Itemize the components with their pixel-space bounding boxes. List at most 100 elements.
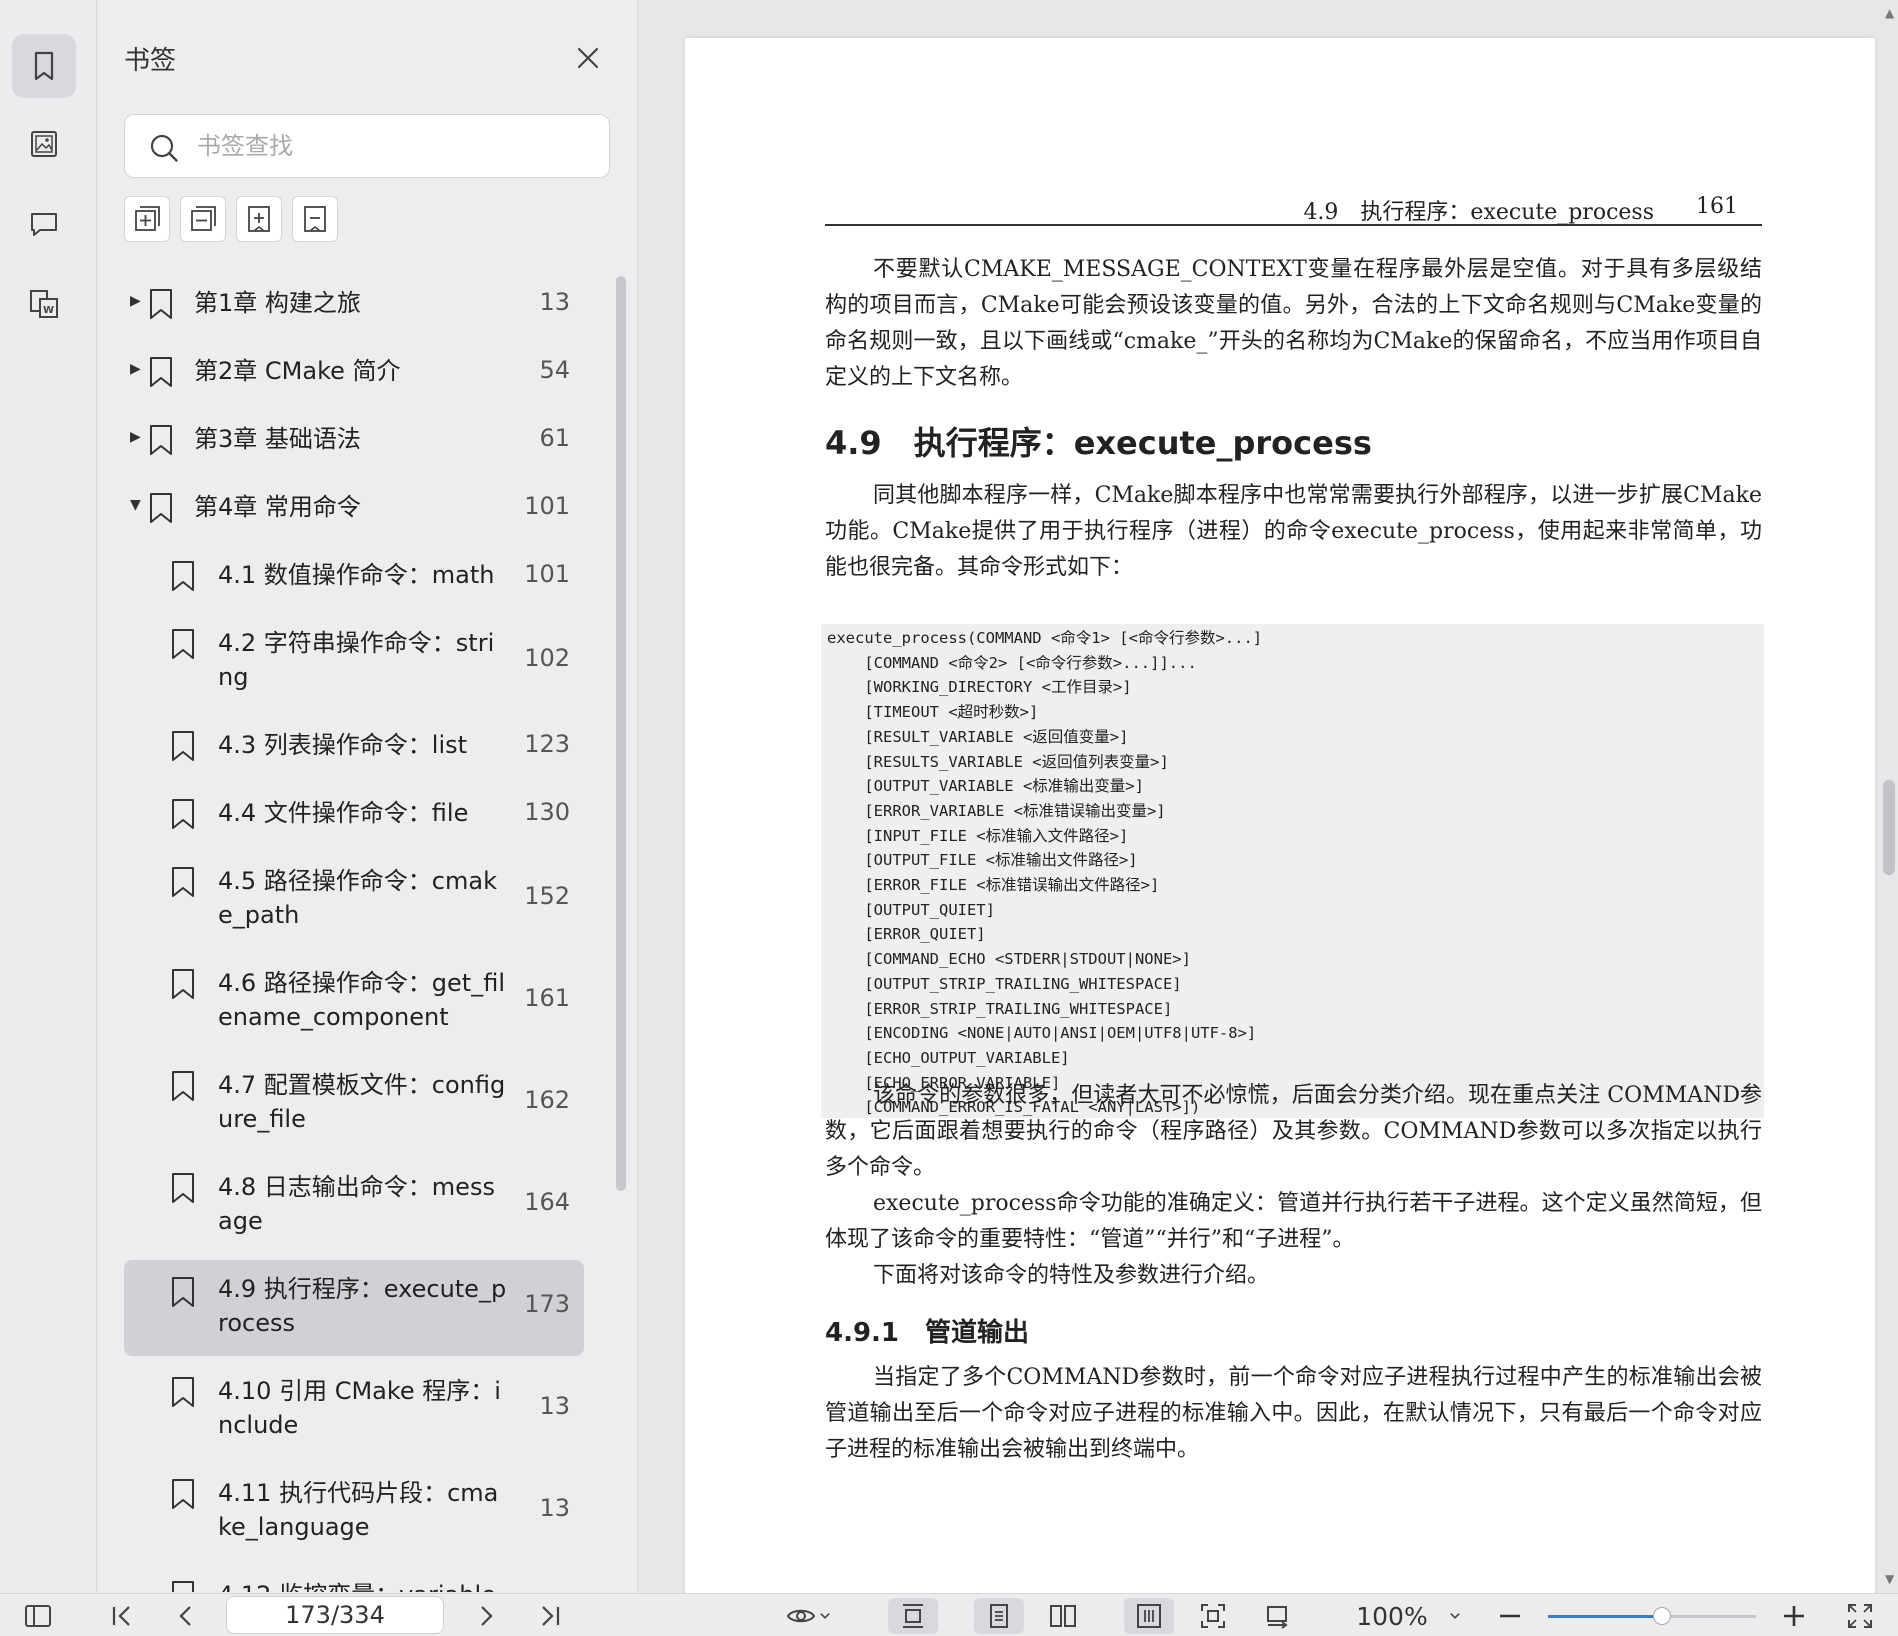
document-scrollbar[interactable] [1883,780,1895,875]
bookmark-item[interactable]: 4.6 路径操作命令：get_filename_component 161 [124,950,584,1052]
previous-page-button[interactable] [168,1598,204,1634]
comment-icon [31,213,57,236]
bookmark-item[interactable]: ▶ 第1章 构建之旅 13 [124,270,584,338]
fit-page-button[interactable] [1188,1598,1238,1634]
fullscreen-button[interactable] [1842,1598,1878,1634]
close-icon [577,47,599,69]
remove-bookmark-icon [304,206,326,232]
expand-all-button[interactable] [124,196,170,242]
bookmark-page-number: 13 [539,288,570,316]
first-page-button[interactable] [104,1598,140,1634]
sidebar-icon [25,1605,51,1627]
fit-height-icon [903,1604,923,1628]
close-panel-button[interactable] [572,42,604,74]
zoom-dropdown-button[interactable] [1440,1598,1470,1634]
bookmark-item[interactable]: ▶ 第3章 基础语法 61 [124,406,584,474]
bookmark-item[interactable]: 4.4 文件操作命令：file 130 [124,780,584,848]
bottom-toolbar: 100% [0,1593,1898,1636]
remove-bookmark-button[interactable] [292,196,338,242]
word-convert-icon: W [30,290,58,318]
bookmark-item[interactable]: ▼ 第4章 常用命令 101 [124,474,584,542]
bookmark-search-input[interactable] [197,125,597,167]
document-page: 4.9 执行程序：execute_process 161 不要默认CMAKE_M… [685,38,1875,1598]
bookmark-search-box[interactable] [124,114,610,178]
paragraph: execute_process命令功能的准确定义：管道并行执行若干子进程。这个定… [825,1191,1762,1252]
last-page-button[interactable] [532,1598,568,1634]
paragraph: 当指定了多个COMMAND参数时，前一个命令对应子进程执行过程中产生的标准输出会… [825,1365,1762,1462]
single-page-button[interactable] [974,1598,1024,1634]
panel-scrollbar[interactable] [616,276,626,1191]
plus-icon [1784,1606,1804,1626]
zoom-slider-fill [1548,1615,1663,1618]
expand-arrow-icon[interactable]: ▶ [130,361,141,377]
paragraph: 同其他脚本程序一样，CMake脚本程序中也常常需要执行外部程序，以进一步扩展CM… [825,483,1762,580]
paragraph: 不要默认CMAKE_MESSAGE_CONTEXT变量在程序最外层是空值。对于具… [825,257,1762,390]
fit-height-button[interactable] [888,1598,938,1634]
bookmark-label: 4.8 日志输出命令：message [218,1173,495,1235]
collapse-all-button[interactable] [180,196,226,242]
bookmark-page-number: 164 [524,1188,570,1216]
two-page-button[interactable] [1038,1598,1088,1634]
fit-page-icon [1201,1604,1225,1628]
chevron-down-icon [1450,1613,1460,1619]
read-mode-button[interactable] [780,1598,840,1634]
page-number-input[interactable] [226,1596,444,1634]
image-panel-button[interactable] [12,112,76,176]
bookmark-item[interactable]: 4.5 路径操作命令：cmake_path 152 [124,848,584,950]
chevron-right-icon [481,1606,493,1626]
bookmark-icon [172,799,194,829]
running-header: 4.9 执行程序：execute_process 161 [825,190,1762,226]
left-icon-rail: W [0,0,97,1593]
rotate-icon [1267,1606,1288,1629]
bookmark-item[interactable]: 4.2 字符串操作命令：string 102 [124,610,584,712]
expand-arrow-icon[interactable]: ▶ [130,429,141,445]
subsection-heading: 4.9.1 管道输出 [825,1318,1030,1348]
bookmark-item[interactable]: 4.12 监控变量：variable_wat [124,1562,584,1592]
zoom-out-button[interactable] [1494,1598,1526,1634]
zoom-slider[interactable] [1548,1607,1756,1625]
convert-word-button[interactable]: W [12,272,76,336]
bookmark-icon [34,51,54,81]
expand-arrow-icon[interactable]: ▶ [130,293,141,309]
bookmark-item[interactable]: ▶ 第2章 CMake 简介 54 [124,338,584,406]
bookmark-page-number: 161 [524,984,570,1012]
bookmark-icon [172,867,194,897]
chevron-left-icon [179,1606,191,1626]
bookmark-label: 第1章 构建之旅 [194,289,361,317]
bookmark-panel-button[interactable] [12,34,76,98]
bookmark-item[interactable]: 4.10 引用 CMake 程序：include 13 [124,1358,584,1460]
bookmark-label: 第2章 CMake 简介 [194,357,401,385]
add-bookmark-button[interactable] [236,196,282,242]
scroll-down-arrow-icon[interactable]: ▼ [1885,1572,1894,1586]
zoom-level-label[interactable]: 100% [1352,1598,1432,1634]
scroll-up-arrow-icon[interactable]: ▲ [1885,6,1894,20]
two-page-icon [1050,1605,1076,1627]
bookmark-label: 4.10 引用 CMake 程序：include [218,1377,501,1439]
bookmark-label: 4.11 执行代码片段：cmake_language [218,1479,499,1541]
bookmark-item[interactable]: 4.11 执行代码片段：cmake_language 13 [124,1460,584,1562]
running-header-title: 4.9 执行程序：execute_process [1303,200,1654,225]
bookmark-item[interactable]: 4.7 配置模板文件：configure_file 162 [124,1052,584,1154]
collapse-all-icon [191,206,216,231]
next-page-button[interactable] [468,1598,504,1634]
bookmark-icon [172,1479,194,1509]
bookmark-item[interactable]: 4.8 日志输出命令：message 164 [124,1154,584,1256]
bookmark-item-selected[interactable]: 4.9 执行程序：execute_process 173 [124,1260,584,1356]
bookmark-label: 第4章 常用命令 [194,493,361,521]
bookmark-icon [172,1377,194,1407]
continuous-scroll-button[interactable] [1124,1598,1174,1634]
bookmark-page-number: 102 [524,644,570,672]
bookmark-item[interactable]: 4.3 列表操作命令：list 123 [124,712,584,780]
bookmark-page-number: 13 [539,1494,570,1522]
bookmark-icon [172,561,194,591]
bookmark-item[interactable]: 4.1 数值操作命令：math 101 [124,542,584,610]
section-heading: 4.9 执行程序：execute_process [825,424,1372,462]
rotate-page-button[interactable] [1252,1598,1302,1634]
collapse-arrow-icon[interactable]: ▼ [130,497,141,513]
zoom-in-button[interactable] [1778,1598,1810,1634]
toggle-sidebar-button[interactable] [18,1598,58,1634]
comment-panel-button[interactable] [12,192,76,256]
panel-title: 书签 [124,46,177,76]
svg-text:W: W [43,305,54,316]
zoom-slider-thumb[interactable] [1653,1607,1672,1625]
